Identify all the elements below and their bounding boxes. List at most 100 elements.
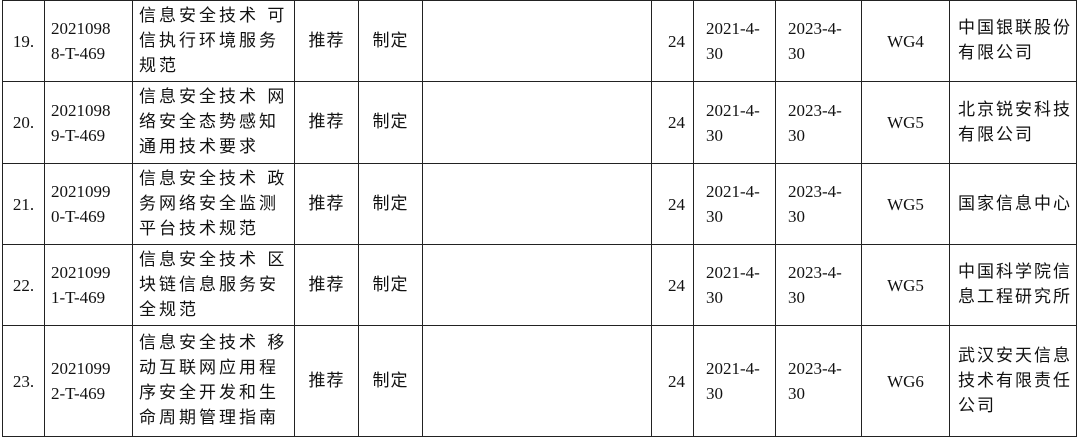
table-row: 22. 2021099 1-T-469 信息安全技术 区块链信息服务安 全规范 推荐 制定 2… (2, 244, 1077, 326)
cell-text-line: 30 (706, 44, 723, 63)
cell-text-line: 2021-4- (706, 19, 760, 38)
cell-text-line: 1-T-469 (51, 288, 106, 307)
end-date-cell: 2023-4- 30 (775, 244, 862, 326)
cell-text-line: 30 (788, 125, 805, 145)
cell-text-line: 务网络安全监测 (139, 193, 279, 214)
cell-text-line: 30 (706, 288, 723, 307)
cell-text-line: 规范 (139, 55, 179, 76)
start-date-cell: 2021-4- 30 (693, 325, 776, 437)
row-number-cell: 19. (2, 0, 45, 82)
cell-text-line: 9-T-469 (51, 125, 106, 145)
table-row: 19. 2021098 8-T-469 信息安全技术 可信执行环境服务 规范 推荐 制定 24… (2, 0, 1077, 82)
row-number-cell: 23. (2, 325, 45, 437)
working-group-cell: WG6 (861, 325, 950, 437)
table-row: 21. 2021099 0-T-469 信息安全技术 政务网络安全监测 平台技术规范 推荐… (2, 163, 1077, 245)
cell-text-line: 块链信息服务安 (139, 274, 279, 295)
cell-text-line: 息工程研究所 (958, 287, 1072, 307)
cell-text-line: 2021-4- (706, 359, 760, 378)
cell-text-line: 30 (788, 384, 805, 403)
project-type-cell: 制定 (358, 325, 423, 437)
cell-text-line: 有限公司 (958, 43, 1034, 63)
end-date-cell: 2023-4- 30 (775, 163, 862, 245)
cell-text-line: 命周期管理指南 (139, 408, 279, 428)
end-date-cell: 2023-4- 30 (775, 325, 862, 437)
standards-plan-table: 19. 2021098 8-T-469 信息安全技术 可信执行环境服务 规范 推荐 制定 24… (2, 0, 1077, 437)
plan-code-cell: 2021099 1-T-469 (44, 244, 133, 326)
cell-text-line: 信息安全技术 政 (139, 168, 288, 189)
cell-text-line: 公司 (958, 395, 996, 416)
period-cell: 24 (651, 163, 694, 245)
organization-cell: 北京锐安科技 有限公司 (949, 81, 1077, 164)
nature-cell: 推荐 (294, 325, 359, 437)
cell-text-line: 8-T-469 (51, 44, 106, 63)
period-cell: 24 (651, 325, 694, 437)
nature-cell: 推荐 (294, 81, 359, 164)
organization-cell: 中国科学院信 息工程研究所 (949, 244, 1077, 326)
blank-cell (422, 81, 652, 164)
cell-text-line: 2-T-469 (51, 384, 106, 403)
cell-text-line: 通用技术要求 (139, 137, 259, 157)
cell-text-line: 2021-4- (706, 100, 760, 120)
cell-text-line: 2021099 (51, 182, 111, 201)
cell-text-line: 30 (706, 207, 723, 226)
cell-text-line: 络安全态势感知 (139, 112, 279, 132)
table-row: 23. 2021099 2-T-469 信息安全技术 移动互联网应用程 序安全开发和生命… (2, 325, 1077, 437)
cell-text-line: 平台技术规范 (139, 218, 259, 239)
start-date-cell: 2021-4- 30 (693, 244, 776, 326)
plan-code-cell: 2021099 0-T-469 (44, 163, 133, 245)
cell-text-line: 2023-4- (788, 263, 842, 282)
cell-text-line: 2021099 (51, 359, 111, 378)
cell-text-line: 2023-4- (788, 19, 842, 38)
start-date-cell: 2021-4- 30 (693, 81, 776, 164)
cell-text-line: 2021099 (51, 263, 111, 282)
plan-code-cell: 2021098 8-T-469 (44, 0, 133, 82)
organization-cell: 中国银联股份 有限公司 (949, 0, 1077, 82)
table-row: 20. 2021098 9-T-469 信息安全技术 网络安全态势感知 通用技术要求 推荐… (2, 81, 1077, 164)
cell-text-line: 2021098 (51, 100, 111, 120)
nature-cell: 推荐 (294, 244, 359, 326)
cell-text-line: 技术有限责任 (958, 370, 1072, 391)
cell-text-line: 30 (788, 288, 805, 307)
period-cell: 24 (651, 81, 694, 164)
blank-cell (422, 244, 652, 326)
cell-text-line: 2021098 (51, 19, 111, 38)
project-type-cell: 制定 (358, 0, 423, 82)
cell-text-line: 信息安全技术 网 (139, 87, 288, 107)
cell-text-line: 0-T-469 (51, 207, 106, 226)
standard-name-cell: 信息安全技术 政务网络安全监测 平台技术规范 (132, 163, 295, 245)
cell-text-line: 2023-4- (788, 182, 842, 201)
blank-cell (422, 325, 652, 437)
row-number-cell: 22. (2, 244, 45, 326)
nature-cell: 推荐 (294, 163, 359, 245)
cell-text-line: 全规范 (139, 299, 199, 320)
cell-text-line: 30 (706, 384, 723, 403)
cell-text-line: 中国科学院信 (958, 262, 1072, 282)
row-number-cell: 21. (2, 163, 45, 245)
nature-cell: 推荐 (294, 0, 359, 82)
working-group-cell: WG4 (861, 0, 950, 82)
cell-text-line: 30 (706, 125, 723, 145)
cell-text-line: 中国银联股份 (958, 18, 1072, 38)
cell-text-line: 信息安全技术 区 (139, 249, 288, 270)
cell-text-line: 2021-4- (706, 263, 760, 282)
cell-text-line: 2023-4- (788, 359, 842, 378)
start-date-cell: 2021-4- 30 (693, 163, 776, 245)
cell-text-line: 序安全开发和生 (139, 383, 279, 403)
cell-text-line: 30 (788, 207, 805, 226)
period-cell: 24 (651, 244, 694, 326)
standard-name-cell: 信息安全技术 网络安全态势感知 通用技术要求 (132, 81, 295, 164)
table-body: 19. 2021098 8-T-469 信息安全技术 可信执行环境服务 规范 推荐 制定 24… (2, 0, 1077, 437)
project-type-cell: 制定 (358, 163, 423, 245)
cell-text-line: 2021-4- (706, 182, 760, 201)
cell-text-line: 2023-4- (788, 100, 842, 120)
standard-name-cell: 信息安全技术 可信执行环境服务 规范 (132, 0, 295, 82)
row-number-cell: 20. (2, 81, 45, 164)
plan-code-cell: 2021098 9-T-469 (44, 81, 133, 164)
blank-cell (422, 0, 652, 82)
working-group-cell: WG5 (861, 163, 950, 245)
working-group-cell: WG5 (861, 81, 950, 164)
end-date-cell: 2023-4- 30 (775, 0, 862, 82)
cell-text-line: 信息安全技术 可 (139, 5, 288, 26)
working-group-cell: WG5 (861, 244, 950, 326)
start-date-cell: 2021-4- 30 (693, 0, 776, 82)
